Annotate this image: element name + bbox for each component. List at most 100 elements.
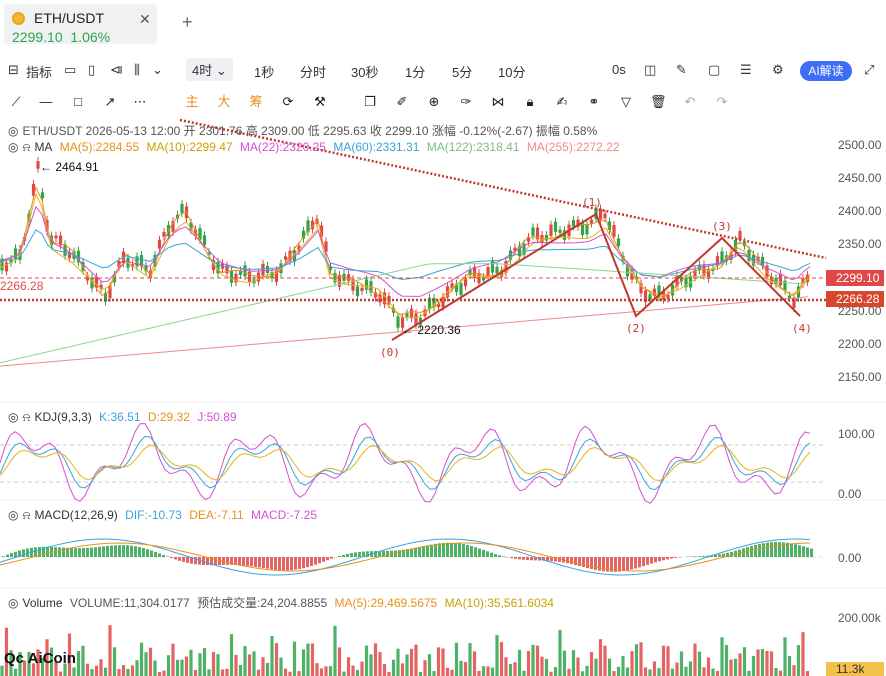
measure-icon[interactable]: ⚒ [312,94,328,110]
close-icon[interactable]: ✕ [139,11,151,28]
ai-interpret-button[interactable]: AI解读 [800,61,852,81]
macd-bar [422,546,425,557]
add-tab-icon[interactable]: + [182,12,193,33]
macd-bar [594,557,597,570]
volume-bar [589,651,594,676]
link-icon[interactable]: ⚭ [586,94,602,110]
wave-4: (4) [792,322,812,335]
volume-bar [157,671,162,676]
line-tool-icon[interactable]: ⟋ [8,94,24,110]
volume-bar [166,655,171,676]
volume-bar [175,659,180,676]
volume-bar [225,668,229,676]
expand-icon[interactable]: ⤢ [864,62,874,78]
camera-icon[interactable]: ◫ [644,62,656,78]
volume-bar [486,666,490,676]
filter-icon[interactable]: ▽ [618,94,634,110]
chip-toggle[interactable]: 筹 [248,94,264,110]
volume-bar [553,667,558,676]
redo-icon[interactable]: ↷ [714,94,730,110]
big-toggle[interactable]: 大 [216,94,232,110]
edit-icon[interactable]: ✍ [554,94,570,110]
indicators-button[interactable]: 指标 [26,62,52,81]
ray-tool-icon[interactable]: ↗ [102,94,118,110]
macd-bar [130,545,133,557]
volume-bar [162,670,166,676]
pen-icon[interactable]: ✎ [676,62,687,78]
chart-canvas[interactable] [0,118,886,676]
candle-body [13,248,18,260]
candle-body [549,224,553,236]
volume-bar [603,645,607,676]
eye-icon[interactable]: ◎ [8,140,18,154]
macd-legend: ◎ ⍾ MACD(12,26,9) DIF:-10.73 DEA:-7.11 MAC… [8,508,318,522]
macd-bar [350,553,353,557]
eye-icon[interactable]: ◎ [8,124,18,138]
macd-bar [194,557,197,565]
volume-bar [333,625,337,676]
interval-timeline[interactable]: 分时 [300,62,326,81]
copy-icon[interactable]: ❐ [362,94,378,110]
macd-bar [750,546,753,557]
interval-1m[interactable]: 1分 [405,62,425,81]
volume-bar [558,629,562,676]
eye-icon[interactable]: ◎ [8,410,18,424]
eye-icon[interactable]: ◎ [8,508,18,522]
main-toggle[interactable]: 主 [184,94,200,110]
ruler-icon[interactable]: ✐ [394,94,410,110]
bell-icon[interactable]: ⍾ [22,410,30,424]
interval-30s[interactable]: 30秒 [351,62,378,81]
undo-icon[interactable]: ↶ [682,94,698,110]
kdj-axis-label: 0.00 [838,487,862,501]
wave-0: (0) [380,346,400,359]
bell-icon[interactable]: ⍾ [22,508,30,522]
interval-1s[interactable]: 1秒 [254,62,274,81]
macd-bar [102,546,105,557]
volume-bar [499,642,504,676]
zoom-icon[interactable]: ⊕ [426,94,442,110]
macd-bar [426,545,429,557]
volume-bar [580,671,585,676]
macd-bar [6,554,9,557]
magnet-icon[interactable]: ⋈ [490,94,506,110]
brush-icon[interactable]: ✑ [458,94,474,110]
chart-type-icon[interactable]: ⫼ [134,62,140,78]
volume-bar [283,668,288,676]
lock-icon[interactable]: 🔒︎ [522,94,538,110]
volume-bar [261,657,265,676]
volume-bar [396,648,400,676]
volume-bar [657,668,661,676]
eye-icon[interactable]: ◎ [8,596,18,610]
volume-bar [679,651,684,676]
chevron-down-icon[interactable]: ⌄ [152,62,163,78]
more-icon[interactable]: ⋯ [132,94,148,110]
volume-bar [171,643,175,676]
grid-icon[interactable]: ▯ [88,62,95,78]
macd-bar [122,545,125,557]
interval-selected[interactable]: 4时 ⌄ [186,58,233,81]
volume-bar [540,656,544,676]
interval-5m[interactable]: 5分 [452,62,472,81]
indicator-icon[interactable]: ⊟ [8,62,19,78]
window-icon[interactable]: ▢ [708,62,720,78]
volume-bar [720,637,724,676]
sync-icon[interactable]: ⟳ [280,94,296,110]
volume-bar [567,668,571,676]
replay-icon[interactable]: ⧏ [110,62,123,78]
macd-bar [354,552,357,557]
interval-10m[interactable]: 10分 [498,62,525,81]
layout-icon[interactable]: ▭ [64,62,76,78]
tab-symbol: ETH/USDT [34,10,104,26]
list-icon[interactable]: ☰ [740,62,752,78]
settings-icon[interactable]: ⚙ [772,62,784,78]
bell-icon[interactable]: ⍾ [22,140,30,154]
candle-body [396,316,400,328]
tab-eth-usdt[interactable]: ETH/USDT 2299.10 1.06% ✕ [4,4,157,45]
candle-body [778,273,783,286]
macd-bar [266,557,269,569]
macd-bar [94,547,97,557]
macd-bar [430,544,433,557]
trash-icon[interactable]: 🗑︎ [650,94,667,110]
rect-tool-icon[interactable]: □ [70,94,86,110]
hline-tool-icon[interactable]: — [38,94,54,110]
